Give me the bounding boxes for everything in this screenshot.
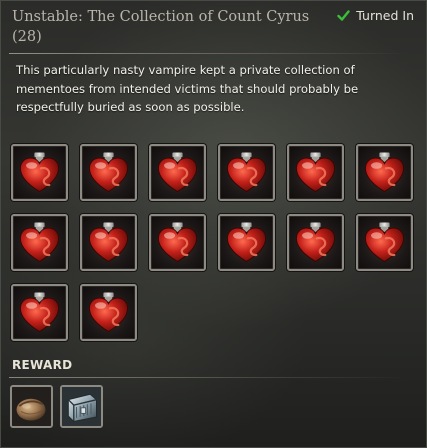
coin-pouch-icon: [12, 387, 51, 426]
title-divider: [9, 53, 409, 54]
collection-slot[interactable]: [80, 214, 137, 271]
blood-heart-vial-icon: [226, 222, 267, 263]
reward-divider: [9, 377, 409, 378]
collection-slot[interactable]: [287, 144, 344, 201]
collection-slot[interactable]: [80, 284, 137, 341]
reward-slot-coin-pouch[interactable]: [10, 385, 53, 428]
collection-slot[interactable]: [218, 144, 275, 201]
reward-list: [10, 385, 103, 428]
collection-slot[interactable]: [356, 214, 413, 271]
blood-heart-vial-icon: [226, 152, 267, 193]
checkmark-icon: [337, 10, 350, 21]
collection-slot[interactable]: [11, 284, 68, 341]
reward-heading: REWARD: [12, 358, 73, 372]
quest-panel: Unstable: The Collection of Count Cyrus …: [0, 0, 427, 448]
blood-heart-vial-icon: [157, 222, 198, 263]
collection-slot[interactable]: [356, 144, 413, 201]
blood-heart-vial-icon: [88, 152, 129, 193]
blood-heart-vial-icon: [19, 222, 60, 263]
blood-heart-vial-icon: [364, 222, 405, 263]
blood-heart-vial-icon: [295, 152, 336, 193]
blood-heart-vial-icon: [19, 152, 60, 193]
collection-slot[interactable]: [11, 214, 68, 271]
collection-slot[interactable]: [11, 144, 68, 201]
quest-title: Unstable: The Collection of Count Cyrus …: [12, 9, 310, 45]
blood-heart-vial-icon: [88, 292, 129, 333]
collection-slot[interactable]: [149, 214, 206, 271]
blood-heart-vial-icon: [157, 152, 198, 193]
steel-chest-icon: [62, 387, 101, 426]
quest-description: This particularly nasty vampire kept a p…: [16, 63, 359, 114]
status-label: Turned In: [356, 8, 414, 23]
collection-slot[interactable]: [149, 144, 206, 201]
quest-status: Turned In: [337, 8, 414, 23]
blood-heart-vial-icon: [364, 152, 405, 193]
collection-slot[interactable]: [218, 214, 275, 271]
blood-heart-vial-icon: [19, 292, 60, 333]
collection-slot[interactable]: [287, 214, 344, 271]
collection-grid: [11, 144, 413, 341]
blood-heart-vial-icon: [295, 222, 336, 263]
reward-slot-steel-chest[interactable]: [60, 385, 103, 428]
collection-slot[interactable]: [80, 144, 137, 201]
blood-heart-vial-icon: [88, 222, 129, 263]
